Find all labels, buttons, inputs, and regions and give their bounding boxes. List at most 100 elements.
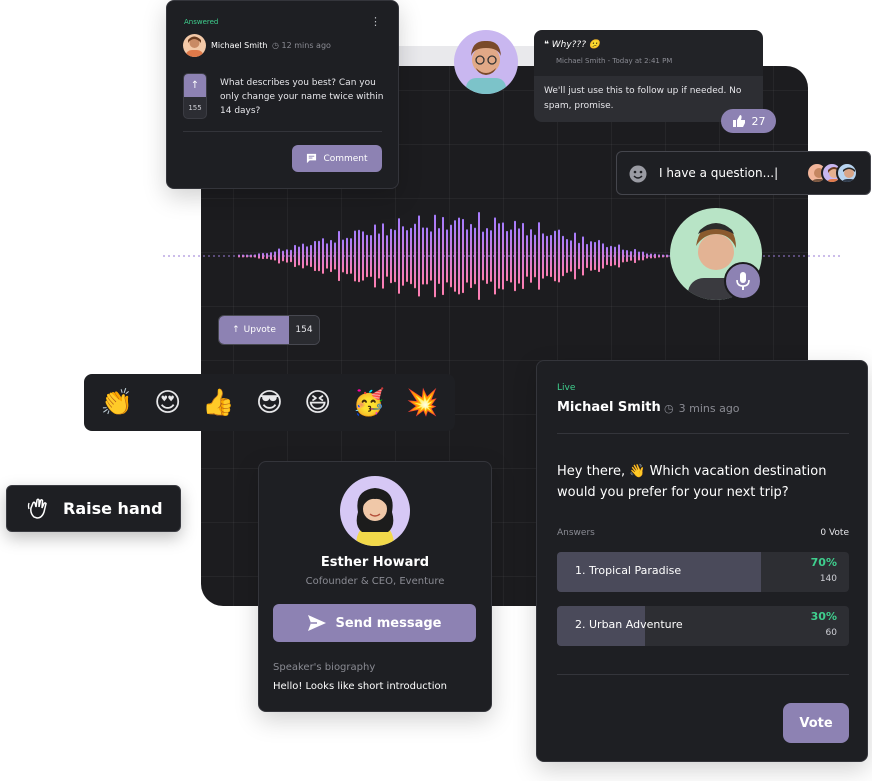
question-input[interactable]: I have a question...| [616,151,871,195]
waveform-bar [650,253,652,259]
poll-time: ◷ 3 mins ago [664,402,740,415]
upvote-button[interactable]: ↑ Upvote 154 [218,315,320,345]
waveform-bar [614,246,616,266]
waveform-bar [438,228,440,284]
waveform-bar [546,235,548,277]
quote-icon: ❝ [544,40,549,50]
option-percent: 70% [810,556,837,569]
speaker-card: Esther Howard Cofounder & CEO, Eventure … [258,461,492,712]
waveform-bar [418,215,420,297]
clapping-hands-icon[interactable]: 👏 [101,388,133,418]
arrow-up-icon[interactable]: ↑ [184,74,206,97]
waveform-bar [630,251,632,261]
waveform-bar [654,253,656,259]
waveform-bar [242,254,244,258]
total-votes: 0 Vote [820,528,849,538]
poll-option[interactable]: 2. Urban Adventure 30% 60 [557,606,849,646]
waveform-bar [398,218,400,294]
like-button[interactable]: 27 [721,109,776,133]
microphone-button[interactable] [724,262,762,300]
emoji-icon[interactable] [629,165,647,183]
party-face-icon[interactable]: 🥳 [352,388,384,418]
waveform-bar [510,229,512,283]
waveform-bar [494,217,496,295]
waveform-bar [562,235,564,277]
waveform-bar [278,248,280,264]
waveform-bar [550,234,552,278]
heart-eyes-icon[interactable]: 😍 [154,388,181,418]
waveform-bar [402,226,404,286]
waveform-bar [454,220,456,292]
speaker-role: Cofounder & CEO, Eventure [305,576,445,587]
question-vote-box[interactable]: ↑ 155 [183,73,207,119]
question-text: What describes you best? Can you only ch… [220,78,384,116]
more-options-icon[interactable]: ⋮ [370,16,381,27]
waveform-bar [502,222,504,290]
waveform-bar [298,246,300,266]
waveform-bar [582,236,584,276]
thumbs-up-icon[interactable]: 👍 [202,388,234,418]
waveform-bar [338,230,340,282]
waveform-bar [310,244,312,268]
waveform-bars [238,212,672,300]
waveform-bar [542,233,544,279]
vote-count: 155 [188,104,202,112]
waveform-bar [594,241,596,271]
waveform-bar [246,254,248,258]
option-count: 140 [819,574,837,584]
waveform-bar [322,238,324,274]
waveform-bar [578,242,580,270]
waveform-bar [506,230,508,282]
speaker-name: Esther Howard [320,555,430,570]
waveform-bar [474,227,476,285]
vote-button[interactable]: Vote [783,703,849,743]
waveform-bar [270,252,272,260]
waveform-bar [282,250,284,262]
chat-meta: Michael Smith - Today at 2:41 PM [556,57,673,65]
waveform-bar [422,227,424,285]
waveform-bar [666,254,668,258]
waveform-bar [554,230,556,282]
waveform-bar [366,234,368,278]
waveform-bar [534,234,536,278]
waveform-bar [302,243,304,269]
waveform-bar [638,251,640,261]
question-card: Answered ⋮ Michael Smith ◷ 12 mins ago ↑… [166,0,399,189]
waveform-bar [350,238,352,274]
waving-hand-icon [27,498,47,519]
comment-button[interactable]: Comment [292,145,382,172]
waveform-bar [574,232,576,280]
waveform-bar [558,229,560,283]
laughing-face-icon[interactable]: 😆 [304,388,331,418]
waveform-bar [530,229,532,283]
microphone-icon [736,272,750,290]
waveform-bar [238,254,240,258]
waveform-bar [602,243,604,269]
sunglasses-face-icon[interactable]: 😎 [256,388,283,418]
waveform-bar [570,240,572,272]
raise-hand-button[interactable]: Raise hand [6,485,181,532]
speaker-photo [340,476,410,546]
answers-label: Answers [557,528,595,538]
poll-card: Live Michael Smith ◷ 3 mins ago Hey ther… [536,360,868,762]
waveform-bar [470,223,472,289]
reaction-bar: 👏 😍 👍 😎 😆 🥳 💥 [84,374,455,431]
clock-icon: ◷ [272,41,279,50]
waveform-bar [378,233,380,279]
author-name: Michael Smith [211,41,268,50]
waveform-bar [478,212,480,300]
waveform-bar [342,239,344,273]
question-input-value: I have a question...| [659,166,779,180]
waveform-bar [358,229,360,283]
send-message-button[interactable]: Send message [273,604,476,642]
wow-burst-icon[interactable]: 💥 [406,388,438,418]
poll-option[interactable]: 1. Tropical Paradise 70% 140 [557,552,849,592]
waveform-bar [482,231,484,281]
waveform-bar [354,230,356,282]
waveform-bar [498,223,500,289]
waveform-bar [622,249,624,263]
waveform-bar [486,228,488,284]
waveform-bar [662,254,664,258]
waveform-bar [262,252,264,260]
waveform-bar [566,239,568,273]
